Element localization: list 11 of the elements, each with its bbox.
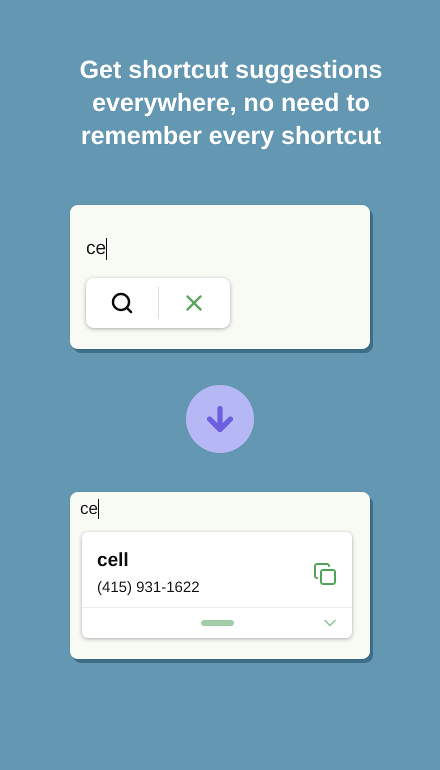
search-icon — [110, 290, 134, 314]
text-cursor — [106, 238, 108, 260]
text-cursor — [98, 498, 99, 519]
copy-icon[interactable] — [313, 562, 337, 586]
suggestion-value: (415) 931-1622 — [97, 578, 201, 598]
drag-handle[interactable] — [200, 620, 234, 626]
suggestion-name: cell — [97, 548, 130, 572]
text-input[interactable]: ce — [80, 496, 98, 522]
text-input[interactable]: ce — [86, 235, 106, 264]
headline: Get shortcut suggestions everywhere, no need to remember every shortcut — [78, 55, 384, 152]
suggestion-card[interactable]: cell (415) 931-1622 — [82, 532, 352, 638]
